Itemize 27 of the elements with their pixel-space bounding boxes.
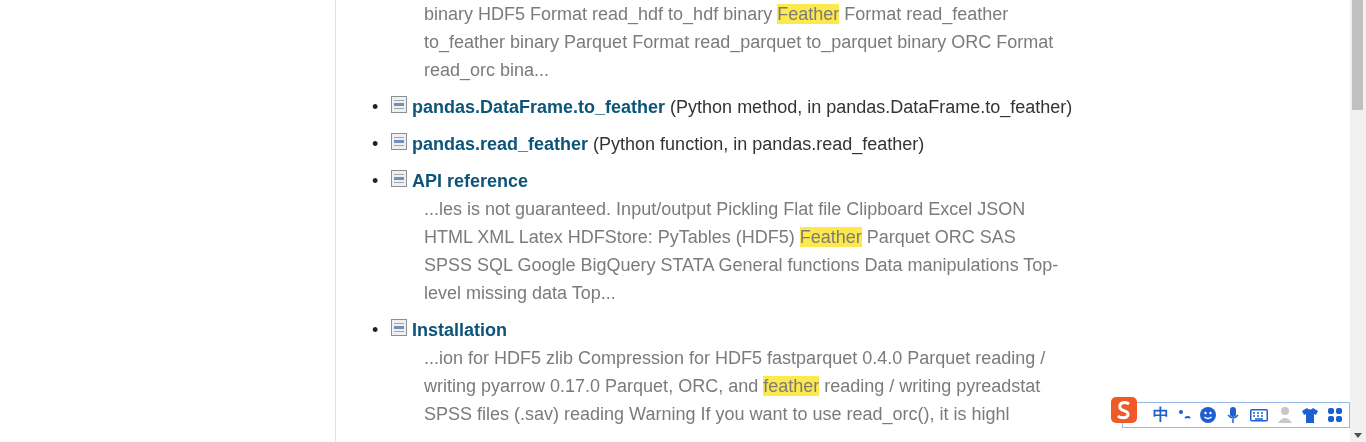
document-icon (391, 319, 407, 336)
scrollbar[interactable] (1350, 0, 1366, 442)
grid-icon[interactable] (1327, 407, 1343, 423)
shirt-icon[interactable] (1302, 407, 1318, 423)
result-snippet: binary HDF5 Format read_hdf to_hdf binary Feather Format read_feather to_feather binary Parquet Format read_parquet to_parquet binary ORC Format read_orc bina... (424, 3, 1055, 83)
result-link[interactable]: API reference (412, 167, 529, 195)
scroll-down-icon[interactable] (1354, 433, 1362, 438)
microphone-icon[interactable] (1225, 407, 1241, 423)
result-snippet: ...les is not guaranteed. Input/output Pickling Flat file Clipboard Excel JSON HTML XML Latex HDFStore: PyTables (HDF5) Feather Parquet ORC SAS SPSS SQL Google BigQuery STATA General functions Data manipulations Top-level missing data Top... (424, 198, 1060, 305)
scrollbar-thumb[interactable] (1352, 0, 1363, 110)
logo-icon[interactable] (1111, 397, 1137, 423)
result-link[interactable]: pandas.read_feather (412, 130, 589, 158)
list-bullet: • (372, 133, 380, 156)
list-bullet: • (372, 319, 380, 342)
result-link[interactable]: pandas.DataFrame.to_feather (412, 93, 666, 121)
result-description: (Python function, in pandas.read_feather) (593, 133, 925, 157)
result-snippet: ...ion for HDF5 zlib Compression for HDF5 fastparquet 0.4.0 Parquet reading / writing pyarrow 0.17.0 Parquet, ORC, and feather reading / writing pyreadstat SPSS files (.sav) reading Warning If you want to use read_orc(), it is highl (424, 347, 1047, 427)
document-icon (391, 133, 407, 150)
list-bullet: • (372, 96, 380, 119)
list-bullet: • (372, 170, 380, 193)
input-mode-toggle[interactable]: 中 (1153, 407, 1169, 423)
document-icon (391, 96, 407, 113)
smiley-icon[interactable] (1200, 407, 1216, 423)
result-description: (Python method, in pandas.DataFrame.to_feather) (670, 96, 1073, 120)
keyboard-icon[interactable] (1250, 407, 1268, 423)
document-icon (391, 170, 407, 187)
result-link[interactable]: Installation (412, 316, 507, 344)
